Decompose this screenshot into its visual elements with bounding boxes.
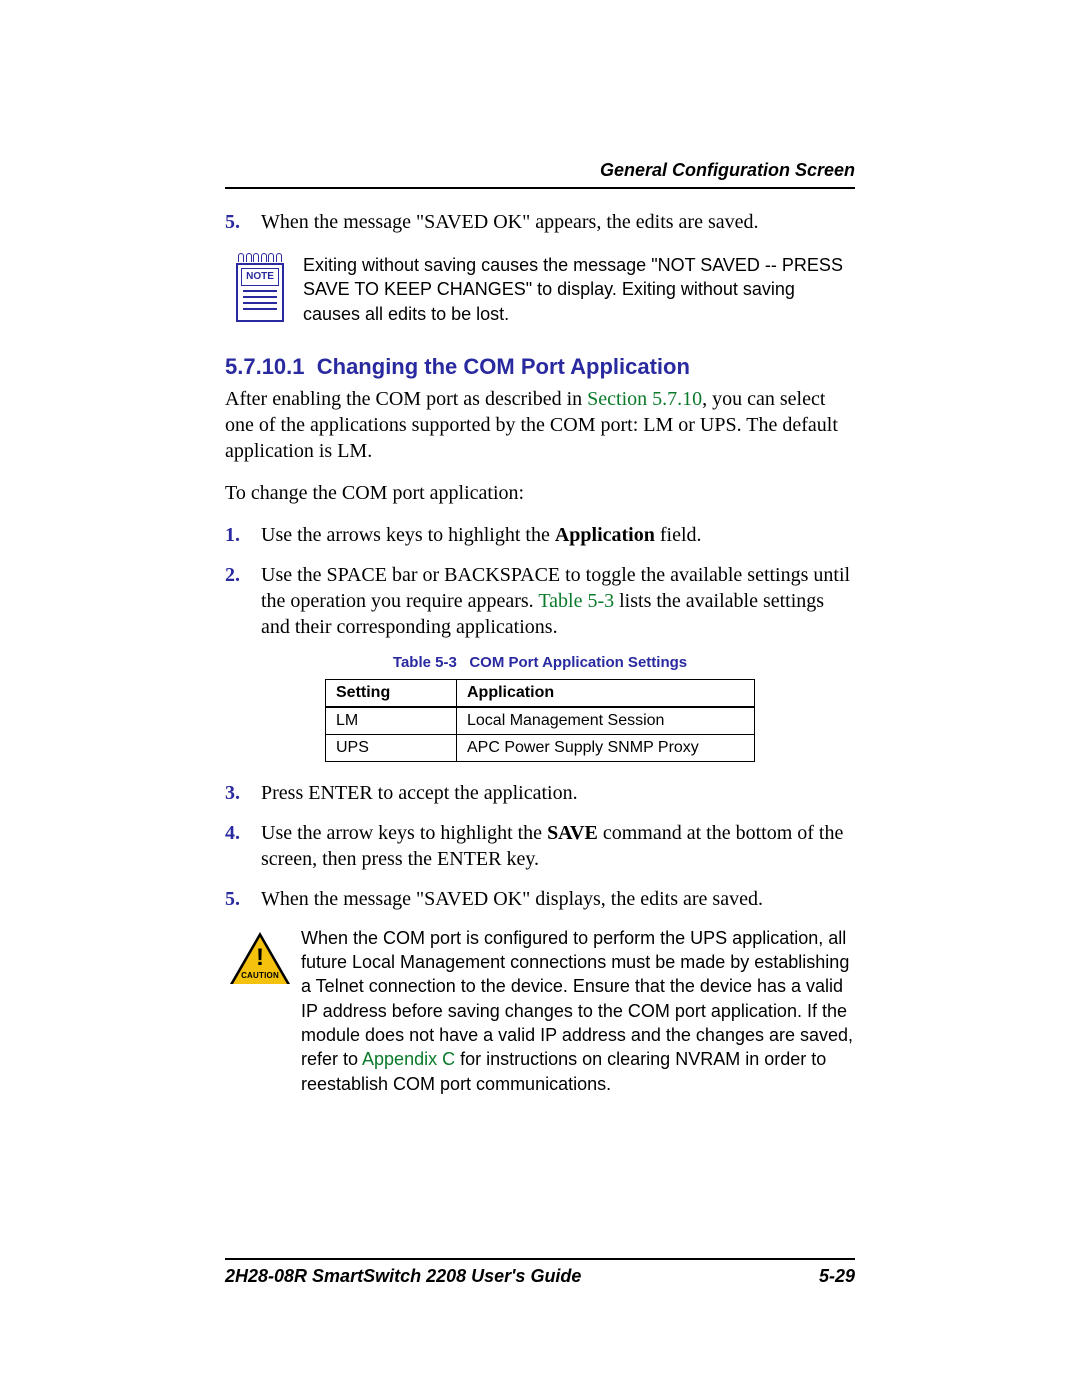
procedure-list-a: 1. Use the arrows keys to highlight the … bbox=[225, 522, 855, 640]
running-header: General Configuration Screen bbox=[225, 160, 855, 181]
caution-text: When the COM port is configured to perfo… bbox=[295, 926, 855, 1096]
text: Use the arrow keys to highlight the bbox=[261, 822, 547, 844]
text: Use the arrows keys to highlight the bbox=[261, 524, 555, 546]
continued-list: 5. When the message "SAVED OK" appears, … bbox=[225, 209, 855, 235]
table-header-row: Setting Application bbox=[326, 679, 755, 707]
table-label: Table 5-3 bbox=[393, 654, 457, 671]
note-icon: NOTE bbox=[225, 253, 295, 326]
col-header-application: Application bbox=[457, 679, 755, 707]
step-text: When the message "SAVED OK" appears, the… bbox=[261, 209, 855, 235]
procedure-list-b: 3. Press ENTER to accept the application… bbox=[225, 780, 855, 912]
page-number: 5-29 bbox=[819, 1266, 855, 1287]
text: After enabling the COM port as described… bbox=[225, 388, 587, 410]
step-text: Press ENTER to accept the application. bbox=[261, 780, 855, 806]
xref-link[interactable]: Table 5-3 bbox=[538, 590, 614, 612]
table-caption: Table 5-3 COM Port Application Settings bbox=[225, 654, 855, 671]
list-item: 4. Use the arrow keys to highlight the S… bbox=[225, 820, 855, 872]
xref-link[interactable]: Appendix C bbox=[362, 1049, 455, 1069]
note-label: NOTE bbox=[241, 268, 279, 286]
note-block: NOTE Exiting without saving causes the m… bbox=[225, 253, 855, 326]
table-title: COM Port Application Settings bbox=[469, 654, 687, 671]
section-number: 5.7.10.1 bbox=[225, 354, 305, 379]
step-text: When the message "SAVED OK" displays, th… bbox=[261, 886, 855, 912]
settings-table: Setting Application LM Local Management … bbox=[325, 679, 755, 762]
step-number: 2. bbox=[225, 562, 261, 640]
table-row: LM Local Management Session bbox=[326, 707, 755, 735]
step-text: Use the arrows keys to highlight the App… bbox=[261, 522, 855, 548]
col-header-setting: Setting bbox=[326, 679, 457, 707]
caution-icon: ! CAUTION bbox=[225, 926, 295, 1096]
note-text: Exiting without saving causes the messag… bbox=[295, 253, 855, 326]
text: field. bbox=[655, 524, 702, 546]
section-heading: 5.7.10.1 Changing the COM Port Applicati… bbox=[225, 354, 855, 380]
cell-application: APC Power Supply SNMP Proxy bbox=[457, 734, 755, 761]
step-number: 3. bbox=[225, 780, 261, 806]
exclamation-icon: ! bbox=[230, 942, 290, 974]
list-item: 5. When the message "SAVED OK" displays,… bbox=[225, 886, 855, 912]
step-number: 5. bbox=[225, 209, 261, 235]
xref-link[interactable]: Section 5.7.10 bbox=[587, 388, 702, 410]
field-name: Application bbox=[555, 524, 655, 546]
page: General Configuration Screen 5. When the… bbox=[0, 0, 1080, 1196]
table-row: UPS APC Power Supply SNMP Proxy bbox=[326, 734, 755, 761]
cell-setting: UPS bbox=[326, 734, 457, 761]
step-number: 4. bbox=[225, 820, 261, 872]
caution-label: CAUTION bbox=[230, 971, 290, 982]
page-footer: 2H28-08R SmartSwitch 2208 User's Guide 5… bbox=[225, 1250, 855, 1287]
footer-title: 2H28-08R SmartSwitch 2208 User's Guide bbox=[225, 1266, 581, 1287]
lead-paragraph: To change the COM port application: bbox=[225, 480, 855, 506]
list-item: 2. Use the SPACE bar or BACKSPACE to tog… bbox=[225, 562, 855, 640]
list-item: 1. Use the arrows keys to highlight the … bbox=[225, 522, 855, 548]
header-rule bbox=[225, 187, 855, 189]
cell-application: Local Management Session bbox=[457, 707, 755, 735]
cell-setting: LM bbox=[326, 707, 457, 735]
intro-paragraph: After enabling the COM port as described… bbox=[225, 386, 855, 464]
step-number: 5. bbox=[225, 886, 261, 912]
step-number: 1. bbox=[225, 522, 261, 548]
command-name: SAVE bbox=[547, 822, 598, 844]
caution-block: ! CAUTION When the COM port is configure… bbox=[225, 926, 855, 1096]
footer-rule bbox=[225, 1258, 855, 1260]
step-text: Use the arrow keys to highlight the SAVE… bbox=[261, 820, 855, 872]
list-item: 5. When the message "SAVED OK" appears, … bbox=[225, 209, 855, 235]
step-text: Use the SPACE bar or BACKSPACE to toggle… bbox=[261, 562, 855, 640]
section-title: Changing the COM Port Application bbox=[317, 354, 690, 379]
list-item: 3. Press ENTER to accept the application… bbox=[225, 780, 855, 806]
